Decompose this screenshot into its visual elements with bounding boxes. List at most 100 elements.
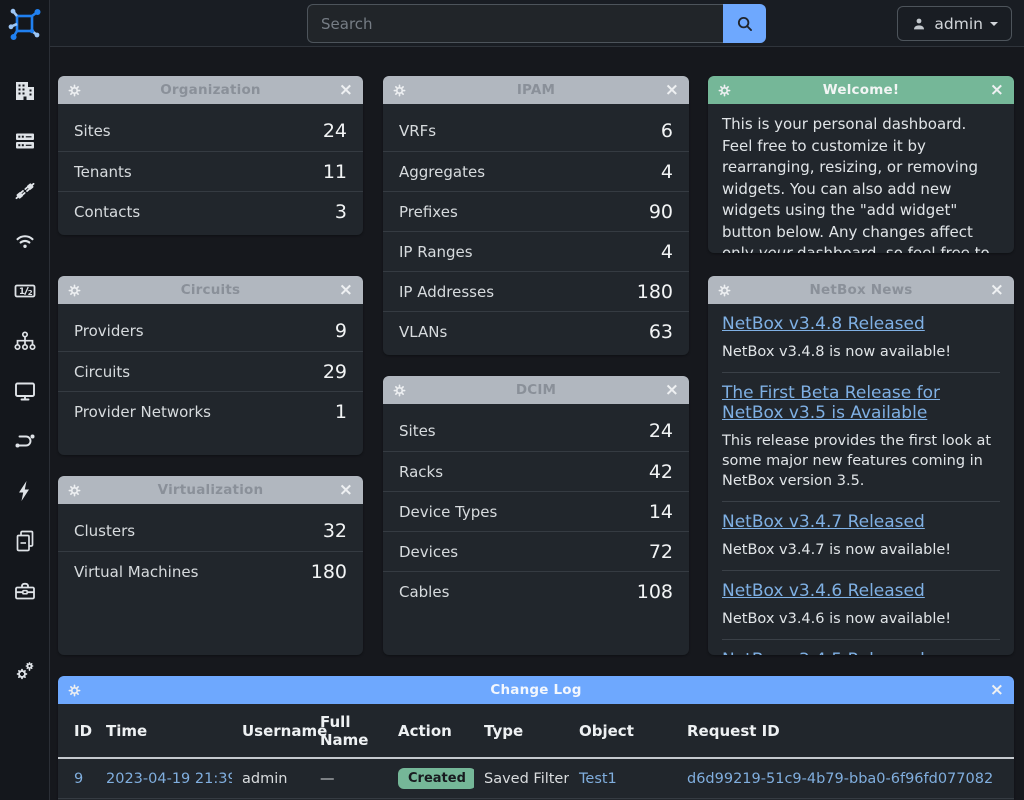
power-icon[interactable] — [13, 479, 37, 503]
cell-object: Test1 — [569, 758, 677, 799]
wireless-icon[interactable] — [13, 229, 37, 253]
news-list: NetBox v3.4.8 Released NetBox v3.4.8 is … — [708, 304, 1014, 655]
stat-row: Devices 72 — [383, 531, 689, 571]
stat-value: 42 — [649, 461, 673, 483]
user-menu-button[interactable]: admin — [897, 6, 1012, 41]
gear-icon[interactable] — [393, 384, 413, 397]
search-input[interactable] — [307, 4, 723, 43]
user-icon — [911, 16, 927, 32]
search-icon — [734, 13, 756, 35]
stat-label: IP Ranges — [399, 243, 473, 261]
stat-label: Provider Networks — [74, 403, 211, 421]
stat-row: Sites 24 — [383, 411, 689, 451]
stat-row: Racks 42 — [383, 451, 689, 491]
gear-icon[interactable] — [68, 484, 88, 497]
close-icon[interactable]: × — [333, 482, 353, 499]
news-item: NetBox v3.4.5 Released — [722, 639, 1000, 655]
close-icon[interactable]: × — [984, 682, 1004, 699]
stat-row: Circuits 29 — [58, 351, 363, 391]
stat-value: 4 — [661, 161, 673, 183]
gear-icon[interactable] — [718, 84, 738, 97]
connections-icon[interactable] — [13, 179, 37, 203]
column-header: ID — [58, 704, 96, 758]
widget-netbox-news: NetBox News × NetBox v3.4.8 Released Net… — [708, 276, 1014, 655]
close-icon[interactable]: × — [659, 82, 679, 99]
column-header: Username — [232, 704, 310, 758]
welcome-text-italic: your — [759, 244, 793, 253]
action-badge: Created — [398, 768, 474, 789]
stat-label: Sites — [74, 122, 111, 140]
stat-label: Tenants — [74, 163, 132, 181]
provisioning-icon[interactable] — [13, 529, 37, 553]
stat-row: Provider Networks 1 — [58, 391, 363, 431]
dcim-icon[interactable] — [13, 129, 37, 153]
news-item-title-link[interactable]: NetBox v3.4.7 Released — [722, 512, 925, 532]
cell-full_name: — — [310, 758, 388, 799]
dashboard: Organization × Sites 24 Tenants 11 Conta… — [58, 76, 1014, 800]
news-item-title-link[interactable]: NetBox v3.4.8 Released — [722, 314, 925, 334]
news-item-title-link[interactable]: NetBox v3.4.6 Released — [722, 581, 925, 601]
widget-body: VRFs 6 Aggregates 4 Prefixes 90 IP Range… — [383, 104, 689, 355]
ipam-icon[interactable]: 1 2 — [13, 279, 37, 303]
close-icon[interactable]: × — [984, 282, 1004, 299]
user-menu-label: admin — [934, 15, 983, 33]
cell-action: Created — [388, 758, 474, 799]
widget-body: Sites 24 Tenants 11 Contacts 3 — [58, 104, 363, 235]
column-header: Full Name — [310, 704, 388, 758]
gear-icon[interactable] — [718, 284, 738, 297]
stat-value: 14 — [649, 501, 673, 523]
widget-header: NetBox News × — [708, 276, 1014, 304]
request_id-link[interactable]: d6d99219-51c9-4b79-bba0-6f96fd077082 — [687, 771, 993, 787]
widget-body: Providers 9 Circuits 29 Provider Network… — [58, 304, 363, 435]
operations-icon[interactable] — [13, 659, 37, 683]
gear-icon[interactable] — [68, 84, 88, 97]
widget-title: Welcome! — [738, 82, 984, 98]
stat-value: 4 — [661, 241, 673, 263]
stat-row: Clusters 32 — [58, 511, 363, 551]
stat-row: VLANs 63 — [383, 311, 689, 351]
changelog-table-body: 92023-04-19 21:39admin—CreatedSaved Filt… — [58, 758, 1014, 800]
stat-label: Aggregates — [399, 163, 485, 181]
news-item-desc: NetBox v3.4.8 is now available! — [722, 342, 1000, 362]
close-icon[interactable]: × — [984, 82, 1004, 99]
gear-icon[interactable] — [68, 284, 88, 297]
close-icon[interactable]: × — [333, 82, 353, 99]
virtualization-icon[interactable] — [13, 379, 37, 403]
stat-label: Circuits — [74, 363, 130, 381]
time-link[interactable]: 2023-04-19 21:39 — [106, 771, 232, 787]
widget-ipam: IPAM × VRFs 6 Aggregates 4 Prefixes 90 I… — [383, 76, 689, 355]
news-item-title-link[interactable]: NetBox v3.4.5 Released — [722, 650, 925, 655]
widget-dcim: DCIM × Sites 24 Racks 42 Device Types 14… — [383, 376, 689, 655]
svg-text:1: 1 — [19, 287, 25, 297]
netbox-logo[interactable] — [0, 0, 49, 47]
object-link[interactable]: Test1 — [579, 771, 617, 787]
overlay-icon[interactable] — [13, 329, 37, 353]
circuits-icon[interactable] — [13, 429, 37, 453]
news-item-title-link[interactable]: The First Beta Release for NetBox v3.5 i… — [722, 383, 1000, 423]
close-icon[interactable]: × — [659, 382, 679, 399]
chevron-down-icon — [990, 22, 998, 30]
customization-icon[interactable] — [13, 579, 37, 603]
stat-label: VLANs — [399, 323, 447, 341]
stat-label: Prefixes — [399, 203, 458, 221]
search-button[interactable] — [723, 4, 766, 43]
column-header: Time — [96, 704, 232, 758]
widget-virtualization: Virtualization × Clusters 32 Virtual Mac… — [58, 476, 363, 655]
gear-icon[interactable] — [393, 84, 413, 97]
widget-header: Circuits × — [58, 276, 363, 304]
gear-icon[interactable] — [68, 684, 88, 697]
widget-body: Sites 24 Racks 42 Device Types 14 Device… — [383, 404, 689, 615]
stat-row: VRFs 6 — [383, 111, 689, 151]
close-icon[interactable]: × — [333, 282, 353, 299]
sidebar: 1 2 — [0, 0, 50, 800]
cell-type: Saved Filter — [474, 758, 569, 799]
id-link[interactable]: 9 — [74, 771, 83, 787]
organization-icon[interactable] — [13, 79, 37, 103]
stat-value: 63 — [649, 321, 673, 343]
news-item: NetBox v3.4.8 Released NetBox v3.4.8 is … — [722, 304, 1000, 372]
welcome-text: This is your personal dashboard. Feel fr… — [708, 104, 1014, 253]
search-group — [307, 4, 766, 43]
widget-header: Virtualization × — [58, 476, 363, 504]
stat-label: Clusters — [74, 522, 135, 540]
stat-value: 1 — [335, 401, 347, 423]
